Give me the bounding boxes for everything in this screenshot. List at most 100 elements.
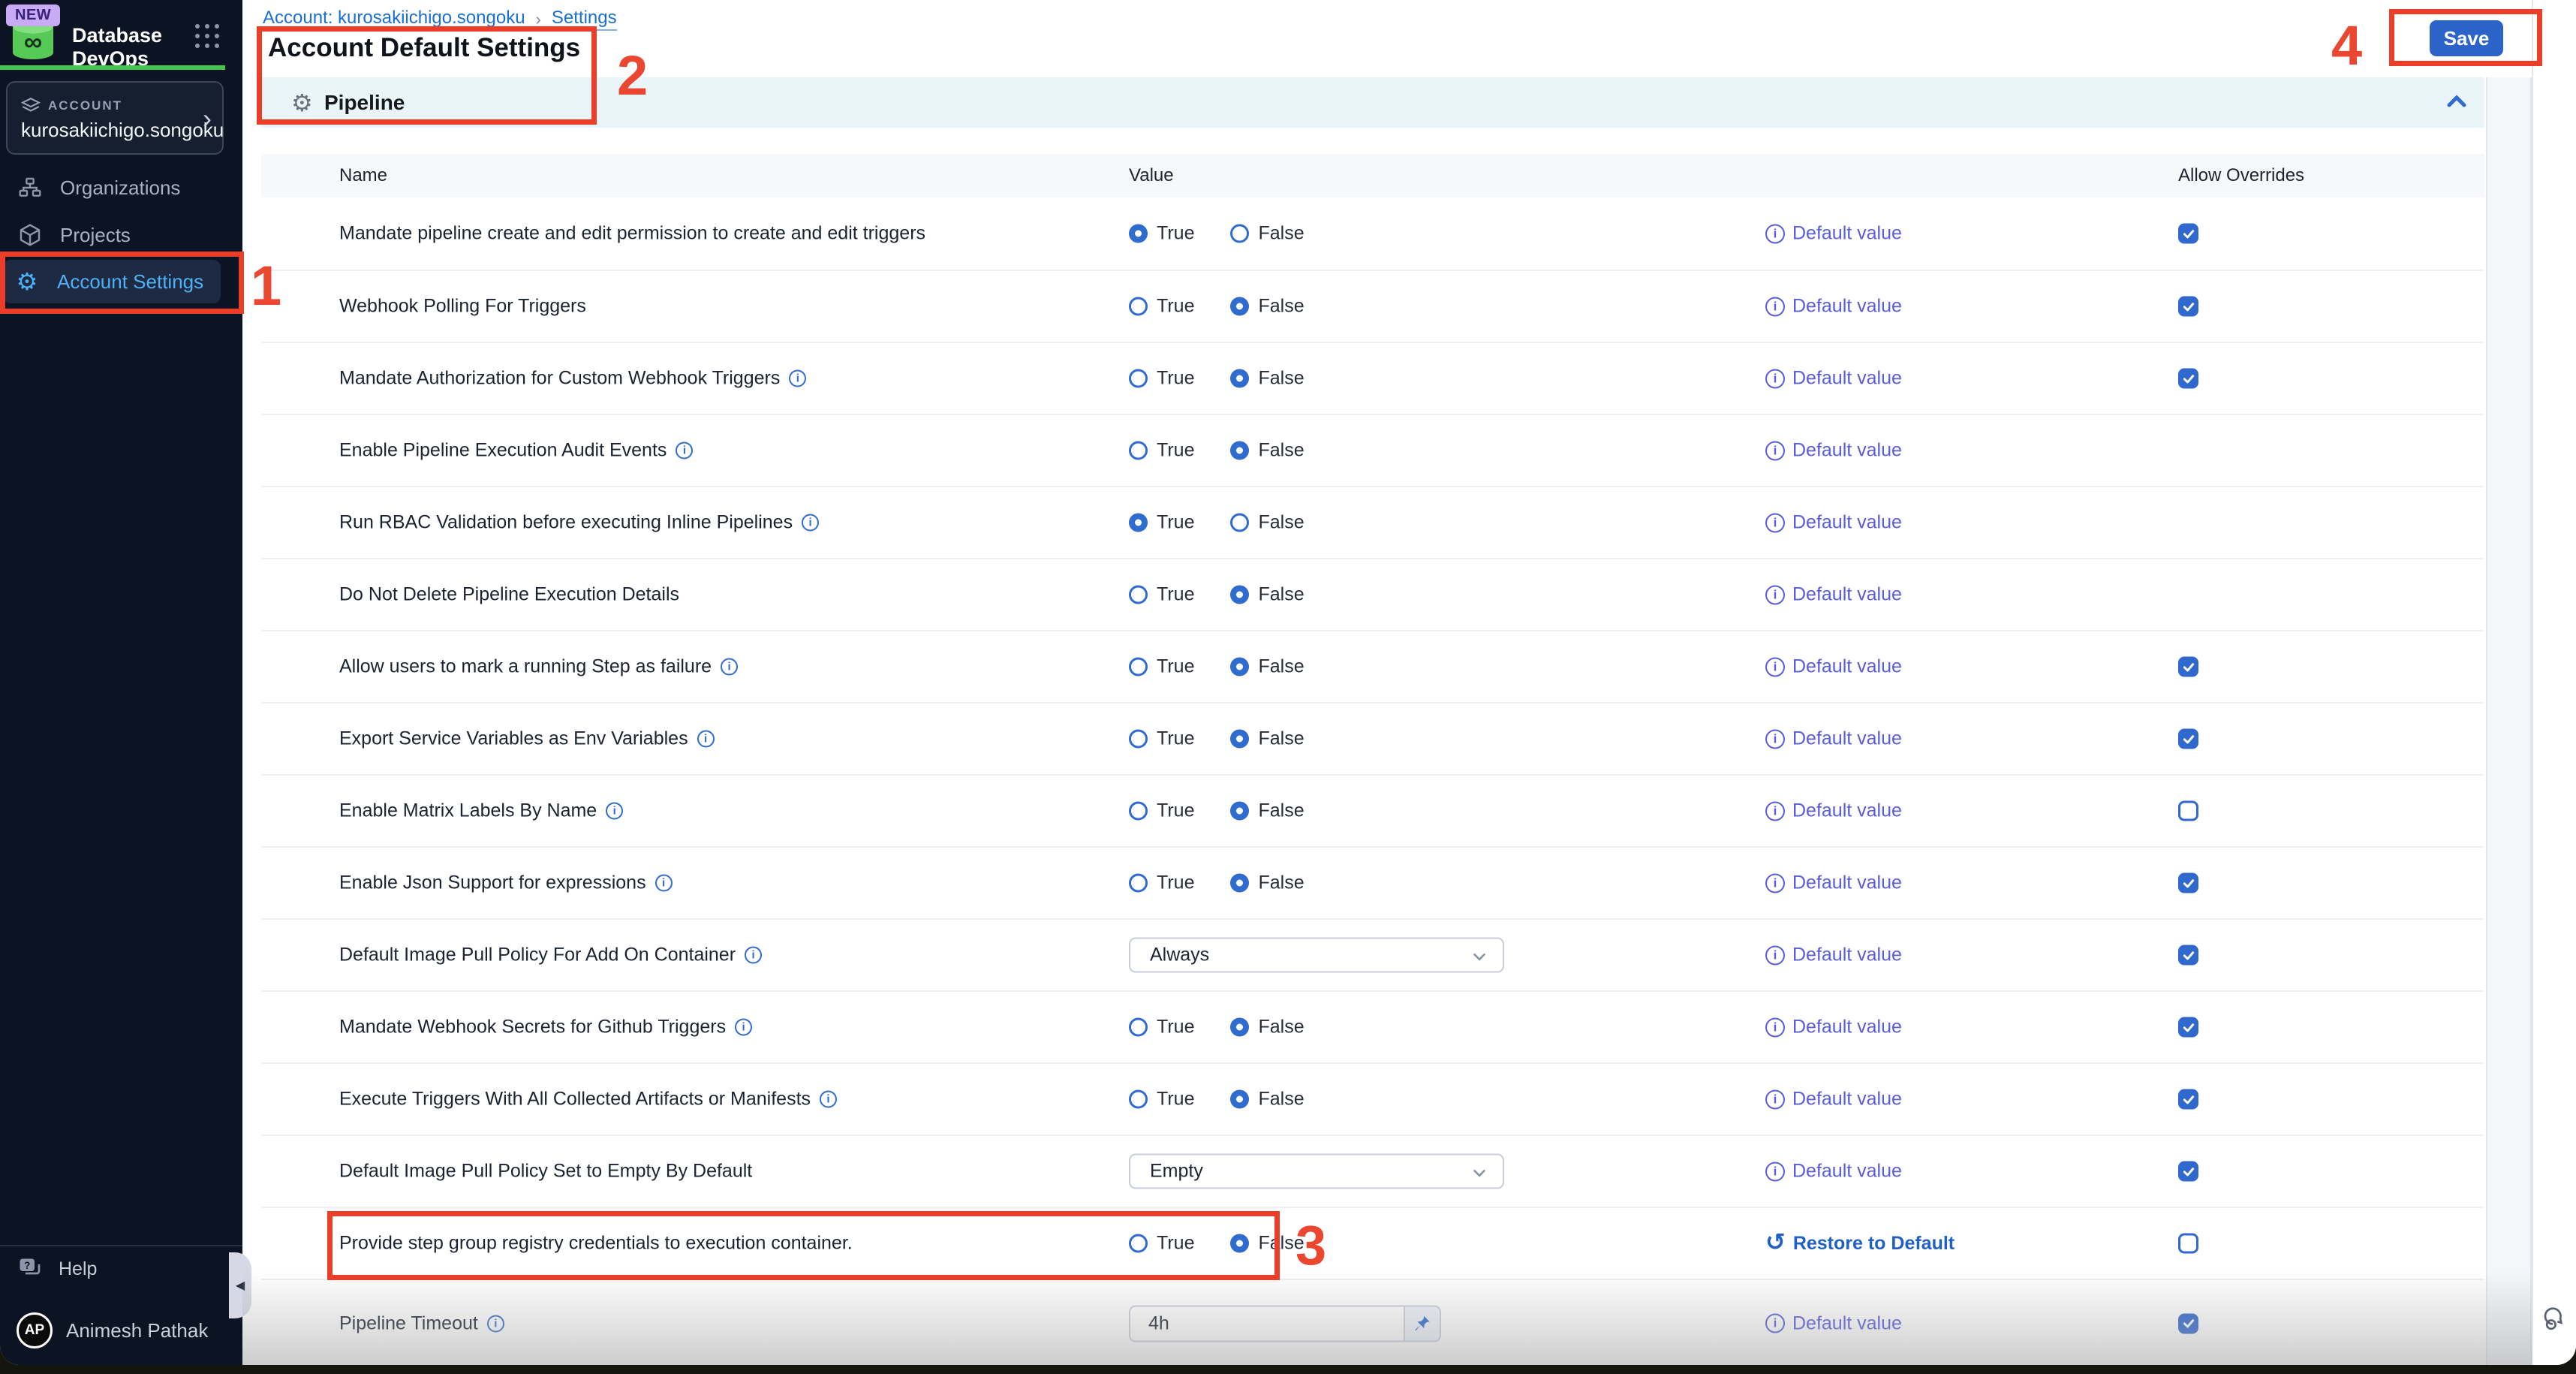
allow-overrides-checkbox[interactable] xyxy=(2178,1162,2198,1182)
radio-true[interactable] xyxy=(1129,874,1148,893)
radio-false[interactable] xyxy=(1230,586,1249,604)
setting-name: Webhook Polling For Triggers xyxy=(339,296,586,318)
radio-false[interactable] xyxy=(1230,369,1249,388)
allow-overrides-checkbox[interactable] xyxy=(2178,801,2198,821)
user-menu[interactable]: AP Animesh Pathak xyxy=(17,1312,208,1348)
default-value-link[interactable]: iDefault value xyxy=(1765,440,1902,462)
info-icon[interactable]: i xyxy=(676,442,693,460)
app-window: NEW ∞ Database DevOps ACCOUNT kurosakiic… xyxy=(0,0,2576,1365)
radio-true[interactable] xyxy=(1129,1018,1148,1037)
default-value-link[interactable]: iDefault value xyxy=(1765,1312,1902,1334)
default-value-link[interactable]: iDefault value xyxy=(1765,368,1902,390)
restore-to-default-link[interactable]: ↺Restore to Default xyxy=(1765,1231,1955,1255)
sidebar-item-account-settings[interactable]: ⚙ Account Settings xyxy=(3,260,221,303)
info-icon: i xyxy=(1765,1089,1785,1109)
info-icon[interactable]: i xyxy=(721,658,738,676)
info-icon[interactable]: i xyxy=(802,514,819,532)
radio-true[interactable] xyxy=(1129,369,1148,388)
setting-value: TrueFalse xyxy=(1129,656,1305,678)
breadcrumb-settings-link[interactable]: Settings xyxy=(552,8,617,31)
radio-false[interactable] xyxy=(1230,1018,1249,1037)
app-grid-icon[interactable] xyxy=(195,24,221,50)
pipeline-section-header[interactable]: ⚙ Pipeline xyxy=(261,77,2484,128)
radio-false[interactable] xyxy=(1230,514,1249,532)
radio-false[interactable] xyxy=(1230,224,1249,243)
radio-true[interactable] xyxy=(1129,730,1148,749)
default-value-link[interactable]: iDefault value xyxy=(1765,945,1902,966)
allow-overrides-checkbox[interactable] xyxy=(2178,657,2198,677)
radio-true[interactable] xyxy=(1129,1090,1148,1109)
allow-overrides-checkbox[interactable] xyxy=(2178,1089,2198,1110)
info-icon[interactable]: i xyxy=(655,875,673,892)
allow-overrides-checkbox[interactable] xyxy=(2178,369,2198,389)
account-scope-label: ACCOUNT xyxy=(48,98,122,113)
info-icon[interactable]: i xyxy=(606,803,623,820)
radio-true[interactable] xyxy=(1129,224,1148,243)
info-icon[interactable]: i xyxy=(820,1091,837,1108)
default-value-link[interactable]: iDefault value xyxy=(1765,728,1902,750)
value-dropdown[interactable]: Always xyxy=(1129,938,1504,973)
radio-true-label: True xyxy=(1157,296,1194,318)
radio-true[interactable] xyxy=(1129,658,1148,676)
radio-false[interactable] xyxy=(1230,658,1249,676)
radio-false[interactable] xyxy=(1230,730,1249,749)
support-chat-icon[interactable] xyxy=(2542,1305,2571,1337)
radio-true[interactable] xyxy=(1129,1234,1148,1253)
radio-false[interactable] xyxy=(1230,802,1249,821)
default-value-link[interactable]: iDefault value xyxy=(1765,1161,1902,1183)
radio-false[interactable] xyxy=(1230,1090,1249,1109)
setting-value: Empty xyxy=(1129,1154,1504,1189)
info-icon[interactable]: i xyxy=(745,947,762,964)
default-value-link[interactable]: iDefault value xyxy=(1765,656,1902,678)
allow-overrides-checkbox[interactable] xyxy=(2178,1017,2198,1038)
info-icon[interactable]: i xyxy=(789,370,806,387)
sidebar-collapse-handle[interactable]: ◀ xyxy=(229,1252,251,1318)
scrollbar-track[interactable] xyxy=(2486,77,2532,1365)
radio-false[interactable] xyxy=(1230,297,1249,316)
allow-overrides-checkbox[interactable] xyxy=(2178,729,2198,749)
default-value-link[interactable]: iDefault value xyxy=(1765,1089,1902,1110)
radio-false[interactable] xyxy=(1230,1234,1249,1253)
sidebar-item-organizations[interactable]: Organizations xyxy=(6,167,224,209)
radio-false[interactable] xyxy=(1230,874,1249,893)
allow-overrides-checkbox[interactable] xyxy=(2178,224,2198,244)
radio-true[interactable] xyxy=(1129,297,1148,316)
allow-overrides-checkbox[interactable] xyxy=(2178,1234,2198,1254)
radio-true[interactable] xyxy=(1129,586,1148,604)
setting-value: TrueFalse xyxy=(1129,223,1305,245)
chevron-up-icon[interactable] xyxy=(2442,86,2472,116)
default-value-link[interactable]: iDefault value xyxy=(1765,584,1902,606)
allow-overrides-checkbox[interactable] xyxy=(2178,1313,2198,1333)
radio-false-label: False xyxy=(1258,728,1304,750)
allow-overrides-checkbox[interactable] xyxy=(2178,945,2198,966)
radio-true[interactable] xyxy=(1129,514,1148,532)
breadcrumb-account-link[interactable]: Account: kurosakiichigo.songoku xyxy=(263,8,525,31)
default-value-link[interactable]: iDefault value xyxy=(1765,223,1902,245)
radio-true[interactable] xyxy=(1129,441,1148,460)
default-value-link[interactable]: iDefault value xyxy=(1765,512,1902,534)
radio-false[interactable] xyxy=(1230,441,1249,460)
default-value-label: Default value xyxy=(1792,872,1902,894)
pin-button[interactable] xyxy=(1405,1305,1441,1342)
table-row: Mandate Authorization for Custom Webhook… xyxy=(261,342,2484,414)
info-icon[interactable]: i xyxy=(487,1315,504,1332)
info-icon: i xyxy=(1765,1017,1785,1037)
setting-value: Always xyxy=(1129,938,1504,973)
allow-overrides-checkbox[interactable] xyxy=(2178,873,2198,893)
default-value-link[interactable]: iDefault value xyxy=(1765,872,1902,894)
save-button[interactable]: Save xyxy=(2430,20,2503,56)
radio-true[interactable] xyxy=(1129,802,1148,821)
timeout-input[interactable] xyxy=(1129,1305,1405,1342)
restore-icon: ↺ xyxy=(1765,1230,1786,1254)
account-selector[interactable]: ACCOUNT kurosakiichigo.songoku › xyxy=(6,81,224,155)
override-cell xyxy=(2178,1017,2198,1038)
info-icon[interactable]: i xyxy=(697,731,715,748)
default-value-link[interactable]: iDefault value xyxy=(1765,296,1902,318)
default-value-link[interactable]: iDefault value xyxy=(1765,1017,1902,1038)
allow-overrides-checkbox[interactable] xyxy=(2178,297,2198,317)
help-button[interactable]: ? Help xyxy=(17,1255,97,1282)
sidebar-item-projects[interactable]: Projects xyxy=(6,214,224,256)
default-value-link[interactable]: iDefault value xyxy=(1765,800,1902,822)
value-dropdown[interactable]: Empty xyxy=(1129,1154,1504,1189)
info-icon[interactable]: i xyxy=(735,1019,752,1036)
